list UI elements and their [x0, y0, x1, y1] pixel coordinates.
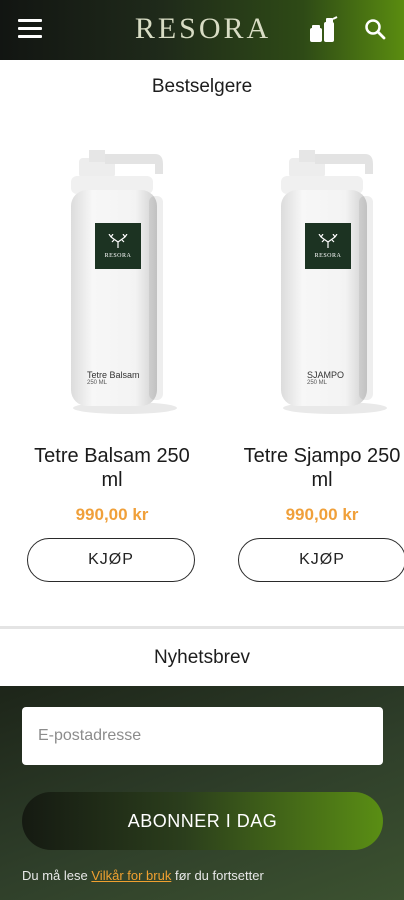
product-name[interactable]: Tetre Sjampo 250 ml [237, 444, 404, 492]
bottle-volume-label: 250 ML [87, 380, 108, 386]
product-image[interactable]: RESORA SJAMPO 250 ML [237, 120, 404, 420]
bottle-brand-text: RESORA [104, 252, 132, 259]
newsletter-section: ABONNER I DAG Du må lese Vilkår for bruk… [0, 686, 404, 900]
product-price: 990,00 kr [285, 505, 359, 524]
section-divider [0, 626, 404, 629]
bottle-volume-label: 250 ML [307, 380, 328, 386]
bottle-label-badge: RESORA [305, 223, 351, 269]
terms-prefix: Du må lese [22, 868, 92, 883]
bottle-product-label: SJAMPO [307, 370, 345, 380]
product-price: 990,00 kr [75, 505, 149, 524]
top-header: RESORA [0, 0, 404, 60]
bottle-label-badge: RESORA [95, 223, 141, 269]
product-image[interactable]: RESORA Tetre Balsam 250 ML [27, 120, 197, 420]
antler-logo-icon [108, 233, 128, 248]
product-card: RESORA SJAMPO 250 ML Tetre Sjampo 250 ml… [237, 120, 404, 582]
buy-button[interactable]: KJØP [27, 538, 195, 582]
buy-button[interactable]: KJØP [238, 538, 404, 582]
hamburger-menu-icon[interactable] [18, 19, 42, 39]
terms-link[interactable]: Vilkår for bruk [91, 868, 171, 883]
subscribe-button[interactable]: ABONNER I DAG [22, 792, 383, 850]
terms-suffix: før du fortsetter [171, 868, 264, 883]
product-card: RESORA Tetre Balsam 250 ML Tetre Balsam … [27, 120, 197, 582]
bottle-brand-text: RESORA [314, 252, 342, 259]
brand-logo[interactable]: RESORA [130, 12, 276, 46]
bottle-product-label: Tetre Balsam [87, 370, 140, 380]
newsletter-title: Nyhetsbrev [153, 647, 251, 668]
bestsellers-title: Bestselgere [151, 76, 253, 97]
cart-bottles-icon[interactable] [308, 16, 338, 44]
antler-logo-icon [318, 233, 338, 248]
search-icon[interactable] [364, 18, 386, 40]
email-input[interactable] [22, 707, 383, 765]
terms-notice: Du må lese Vilkår for bruk før du fortse… [22, 868, 264, 883]
product-name[interactable]: Tetre Balsam 250 ml [27, 444, 197, 492]
